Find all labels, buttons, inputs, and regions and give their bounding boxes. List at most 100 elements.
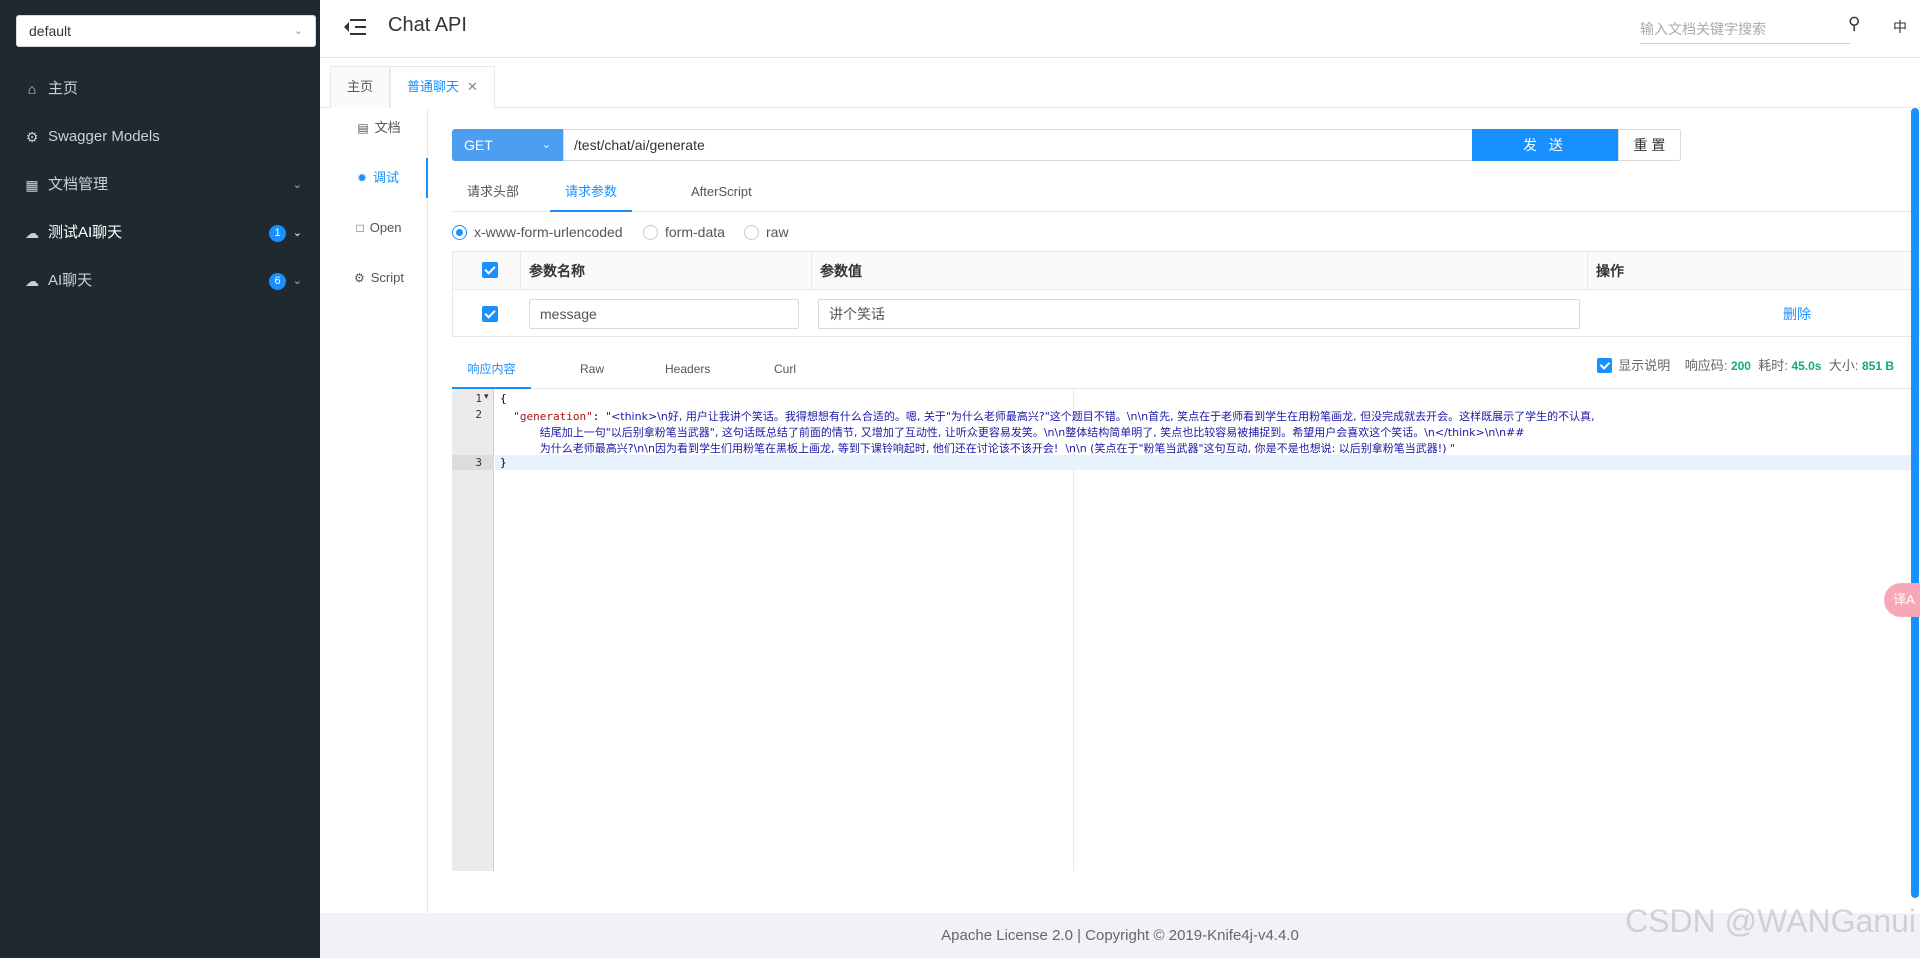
header: Chat API ⚲ 中 [320,0,1920,58]
active-line-highlight [495,455,1920,470]
sidebar-item-label: 文档管理 [48,176,109,193]
select-all-checkbox[interactable] [482,262,498,278]
translate-icon[interactable]: 译A [1884,583,1920,617]
radio-label: raw [766,224,789,240]
table-header: 参数名称 参数值 操作 [453,252,1920,290]
search-input[interactable] [1640,14,1850,44]
doc-icon: ▦ [25,177,39,193]
count-badge: 1 [269,225,286,242]
radio-label: x-www-form-urlencoded [474,224,623,240]
tab-after-script[interactable]: AfterScript [691,172,752,212]
language-switch[interactable]: 中 [1893,17,1907,37]
code-line-wrap: 结尾加上一句"以后别拿粉笔当武器", 这句话既总结了前面的情节, 又增加了互动性… [500,424,1525,440]
param-value-input[interactable]: 讲个笑话 [818,299,1580,329]
tab-response-content[interactable]: 响应内容 [452,349,531,389]
sidebar-item-test-ai-chat[interactable]: ☁ 测试AI聊天 1 ⌄ [0,209,320,257]
send-button[interactable]: 发 送 [1472,129,1618,161]
line-number: 2 [475,408,482,421]
menu-fold-icon[interactable] [344,16,366,38]
tab-normal-chat[interactable]: 普通聊天 ✕ [390,66,495,109]
tab-label: 普通聊天 [407,79,460,94]
json-key: "generation" [513,410,593,423]
chevron-down-icon: ⌄ [293,25,303,37]
app-title: Chat API [388,14,467,36]
json-string: 为什么老师最高兴?\n\n因为看到学生们用粉笔在黑板上画龙, 等到下课铃响起时,… [539,442,1456,455]
count-badge: 6 [269,273,286,290]
size-value: 851 B [1861,359,1894,373]
tab-response-raw[interactable]: Raw [580,349,604,389]
tab-request-headers[interactable]: 请求头部 [467,172,519,212]
status-code: 200 [1730,359,1751,373]
sidebar-item-swagger-models[interactable]: ⚙ Swagger Models [0,113,320,161]
radio-form-data[interactable]: form-data [643,222,725,242]
fold-icon[interactable]: ▾ [484,391,489,402]
request-tabs: 请求头部 请求参数 AfterScript [452,172,1920,212]
sidebar-item-doc-manage[interactable]: ▦ 文档管理 ⌄ [0,161,320,209]
submenu-doc[interactable]: ▤ 文档 [330,108,428,148]
json-string: 结尾加上一句"以后别拿粉笔当武器", 这句话既总结了前面的情节, 又增加了互动性… [539,426,1525,439]
gear-icon: ⚙ [25,129,39,145]
status-label: 响应码: [1684,358,1728,373]
line-number: 1 [475,392,482,405]
cloud-icon: ☁ [25,273,39,289]
submenu-label: Open [369,220,402,235]
sidebar-item-label: 主页 [48,80,79,97]
submenu-label: Script [370,270,404,285]
row-checkbox[interactable] [482,306,498,322]
chevron-down-icon: ⌄ [292,179,302,191]
watermark: CSDN @WANGanui [1625,903,1916,939]
sidebar-item-home[interactable]: ⌂ 主页 [0,65,320,113]
show-desc-checkbox[interactable] [1597,358,1613,373]
select-all-cell [453,252,521,290]
bug-icon: ✹ [356,171,368,185]
param-name-input[interactable]: message [529,299,799,329]
tab-home[interactable]: 主页 [330,66,391,108]
tab-response-curl[interactable]: Curl [774,349,796,389]
column-header-name: 参数名称 [521,252,812,290]
size-label: 大小: [1828,358,1859,373]
code-icon: ⚙ [354,271,365,285]
submenu-label: 文档 [374,120,401,135]
home-icon: ⌂ [27,81,37,97]
time-label: 耗时: [1758,358,1788,373]
sidebar-item-ai-chat[interactable]: ☁ AI聊天 6 ⌄ [0,257,320,305]
submenu-debug[interactable]: ✹ 调试 [330,158,428,198]
submenu-open[interactable]: □ Open [330,208,428,248]
tab-response-headers[interactable]: Headers [665,349,710,389]
sidebar-item-label: Swagger Models [48,128,160,145]
search-icon[interactable]: ⚲ [1848,14,1860,34]
group-select-value: default [29,23,72,39]
method-value: GET [464,137,493,153]
chevron-down-icon: ⌄ [292,275,302,287]
show-desc-label: 显示说明 [1618,358,1671,373]
code-line: { [500,392,507,405]
tab-request-params[interactable]: 请求参数 [550,172,632,212]
submenu-script[interactable]: ⚙ Script [330,258,428,298]
response-meta: 显示说明 响应码: 200 耗时: 45.0s 大小: 851 B [1597,349,1894,389]
submenu-label: 调试 [373,170,400,185]
tab-label: 主页 [347,79,374,94]
url-input[interactable]: /test/chat/ai/generate [563,129,1473,161]
sidebar: default ⌄ ⌂ 主页 ⚙ Swagger Models ▦ 文档管理 ⌄… [0,0,320,958]
code-line: "generation": "<think>\n好, 用户让我讲个笑话。我得想想… [513,410,1595,423]
reset-button[interactable]: 重 置 [1618,129,1681,161]
line-gutter: 1 ▾ 2 3 [452,389,494,871]
code-line-wrap: 为什么老师最高兴?\n\n因为看到学生们用粉笔在黑板上画龙, 等到下课铃响起时,… [500,440,1455,456]
column-header-value: 参数值 [812,252,1588,290]
code-line: } [500,456,507,469]
radio-raw[interactable]: raw [744,222,789,242]
vertical-scrollbar[interactable] [1911,108,1919,898]
radio-urlencoded[interactable]: x-www-form-urlencoded [452,222,623,242]
method-select[interactable]: GET ⌄ [452,129,563,161]
doc-icon: ▤ [357,121,369,135]
close-icon[interactable]: ✕ [467,79,478,94]
file-icon: □ [356,221,364,235]
response-tabs: 响应内容 Raw Headers Curl 显示说明 响应码: 200 耗时: … [452,349,1920,389]
delete-param-link[interactable]: 删除 [1783,304,1811,324]
group-select[interactable]: default ⌄ [16,15,316,47]
api-submenu: ▤ 文档 ✹ 调试 □ Open ⚙ Script [330,108,428,913]
cloud-icon: ☁ [25,225,39,241]
response-editor[interactable]: 1 ▾ 2 3 { "generation": "<think>\n好, 用户让… [452,389,1920,871]
param-table: 参数名称 参数值 操作 message 讲个笑话 删除 [452,251,1920,337]
chevron-down-icon: ⌄ [292,227,302,239]
